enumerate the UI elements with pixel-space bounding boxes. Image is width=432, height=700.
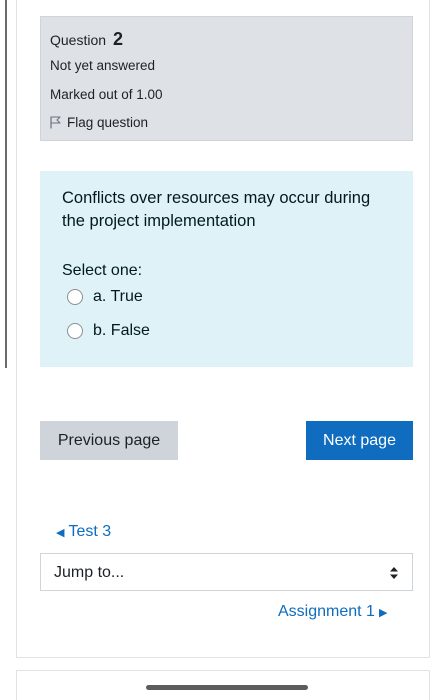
quiz-page: Question 2 Not yet answered Marked out o… xyxy=(0,0,432,700)
next-activity-label: Assignment 1 xyxy=(278,603,375,620)
next-page-button[interactable]: Next page xyxy=(306,421,413,460)
question-number: 2 xyxy=(112,29,123,49)
jump-to-select[interactable]: Jump to... xyxy=(40,553,413,591)
home-indicator[interactable] xyxy=(146,685,308,690)
radio-button[interactable] xyxy=(67,289,83,305)
question-state: Not yet answered xyxy=(50,58,156,73)
flag-question-link[interactable]: Flag question xyxy=(50,115,148,130)
question-grade: Marked out of 1.00 xyxy=(50,87,163,102)
previous-activity-label: Test 3 xyxy=(68,523,112,540)
next-activity-link[interactable]: Assignment 1 ▶ xyxy=(278,603,387,621)
scroll-divider xyxy=(5,0,7,368)
question-label: Question xyxy=(50,32,107,48)
question-content-panel: Conflicts over resources may occur durin… xyxy=(40,171,413,367)
triangle-right-icon: ▶ xyxy=(378,606,388,619)
question-number-line: Question 2 xyxy=(50,29,123,50)
answer-instruction: Select one: xyxy=(62,262,143,279)
previous-page-button[interactable]: Previous page xyxy=(40,421,178,460)
answer-label: b. False xyxy=(93,322,150,339)
answer-option-false[interactable]: b. False xyxy=(67,322,150,340)
up-down-chevron-icon xyxy=(390,567,398,579)
question-prompt: Conflicts over resources may occur durin… xyxy=(62,189,371,230)
triangle-left-icon: ◀ xyxy=(56,526,65,539)
flag-question-label: Flag question xyxy=(67,115,149,130)
radio-button[interactable] xyxy=(67,323,83,339)
jump-to-value: Jump to... xyxy=(54,564,125,581)
previous-activity-link[interactable]: ◀ Test 3 xyxy=(56,523,111,541)
question-info-panel: Question 2 Not yet answered Marked out o… xyxy=(40,16,413,141)
answer-label: a. True xyxy=(93,288,143,305)
answer-option-true[interactable]: a. True xyxy=(67,288,143,306)
flag-icon xyxy=(50,116,61,129)
